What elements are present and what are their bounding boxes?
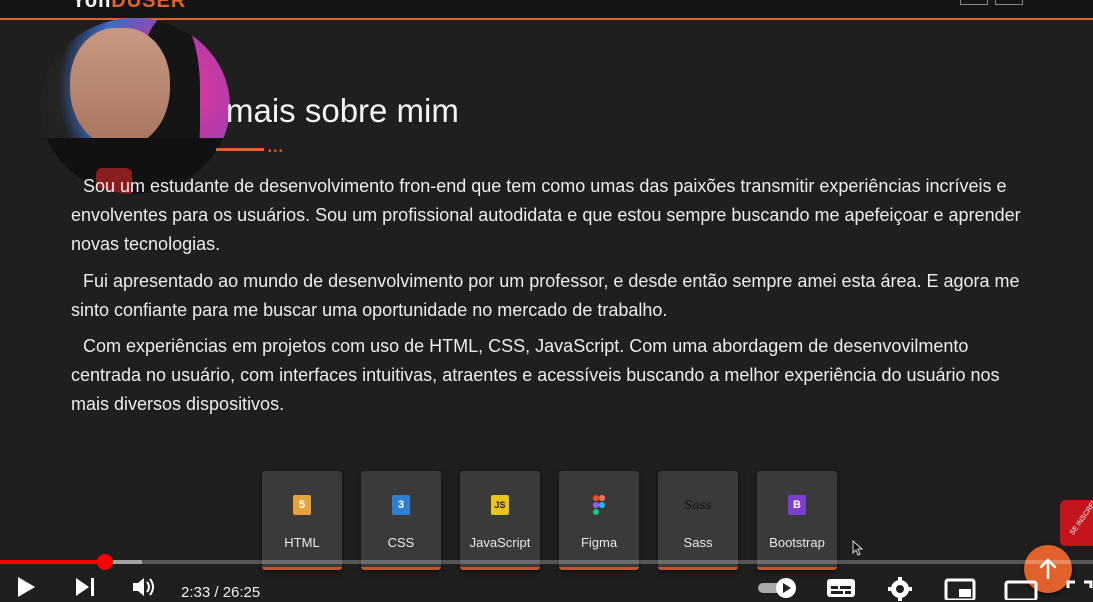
about-paragraph-1: Sou um estudante de desenvolvimento fron… bbox=[71, 176, 1021, 254]
skill-card-html[interactable]: 5 HTML bbox=[262, 471, 342, 570]
about-paragraph-2: Fui apresentado ao mundo de desenvolvime… bbox=[71, 271, 1020, 320]
about-paragraph-3: Com experiências em projetos com uso de … bbox=[71, 336, 1000, 414]
skip-next-icon bbox=[76, 578, 94, 596]
skill-card-javascript[interactable]: JS JavaScript bbox=[460, 471, 540, 570]
fullscreen-button[interactable] bbox=[1066, 572, 1093, 602]
played-bar bbox=[0, 560, 105, 564]
next-button[interactable] bbox=[72, 572, 98, 602]
skill-label: Bootstrap bbox=[769, 535, 825, 550]
volume-button[interactable] bbox=[130, 572, 158, 602]
captions-icon bbox=[827, 579, 855, 597]
settings-button[interactable] bbox=[886, 572, 914, 602]
subscribe-badge[interactable]: SE INSCREVA bbox=[1060, 494, 1093, 546]
subscribe-label: SE INSCREVA bbox=[1069, 494, 1093, 537]
logo-accent-text: DUSER bbox=[111, 0, 187, 12]
site-header: YohDUSER bbox=[0, 0, 1093, 20]
skill-label: Figma bbox=[580, 535, 618, 550]
fullscreen-icon bbox=[1066, 580, 1093, 588]
autoplay-toggle-icon bbox=[758, 578, 796, 598]
miniplayer-button[interactable] bbox=[944, 572, 976, 602]
skill-card-css[interactable]: 3 CSS bbox=[361, 471, 441, 570]
player-controls: 2:33 / 26:25 bbox=[0, 572, 1093, 602]
skill-label: CSS bbox=[387, 535, 415, 550]
theme-toggle-icon[interactable] bbox=[995, 0, 1023, 5]
autoplay-toggle[interactable] bbox=[756, 572, 800, 602]
logo-text: Yoh bbox=[72, 0, 112, 12]
skill-label: JavaScript bbox=[469, 535, 531, 550]
time-display: 2:33 / 26:25 bbox=[181, 584, 261, 601]
mouse-cursor-icon bbox=[852, 539, 864, 559]
theater-mode-button[interactable] bbox=[1004, 572, 1038, 602]
skill-card-figma[interactable]: Figma bbox=[559, 471, 639, 570]
javascript-icon: JS bbox=[491, 495, 509, 515]
figma-icon bbox=[590, 495, 608, 515]
play-button[interactable] bbox=[14, 572, 38, 602]
title-dots: ••• bbox=[268, 146, 285, 157]
skill-label: HTML bbox=[284, 535, 320, 550]
css3-icon: 3 bbox=[392, 495, 410, 515]
section-title: mais sobre mim bbox=[226, 92, 459, 129]
subtitles-button[interactable] bbox=[826, 572, 856, 602]
sass-icon: Sass bbox=[684, 498, 712, 512]
webcam-overlay bbox=[40, 18, 230, 194]
html5-icon: 5 bbox=[293, 495, 311, 515]
site-logo[interactable]: YohDUSER bbox=[72, 0, 186, 13]
play-icon bbox=[18, 577, 35, 597]
video-progress-bar[interactable] bbox=[0, 554, 1093, 570]
bootstrap-icon: B bbox=[788, 495, 806, 515]
skill-label: Sass bbox=[683, 535, 713, 550]
volume-icon bbox=[133, 578, 154, 596]
gear-icon bbox=[888, 577, 912, 601]
title-underline bbox=[216, 148, 264, 151]
scrubber-handle[interactable] bbox=[97, 554, 113, 570]
miniplayer-icon bbox=[944, 578, 976, 600]
skill-card-bootstrap[interactable]: B Bootstrap bbox=[757, 471, 837, 570]
theater-mode-icon bbox=[1004, 580, 1038, 600]
menu-icon[interactable] bbox=[960, 0, 988, 5]
skill-card-sass[interactable]: Sass Sass bbox=[658, 471, 738, 570]
